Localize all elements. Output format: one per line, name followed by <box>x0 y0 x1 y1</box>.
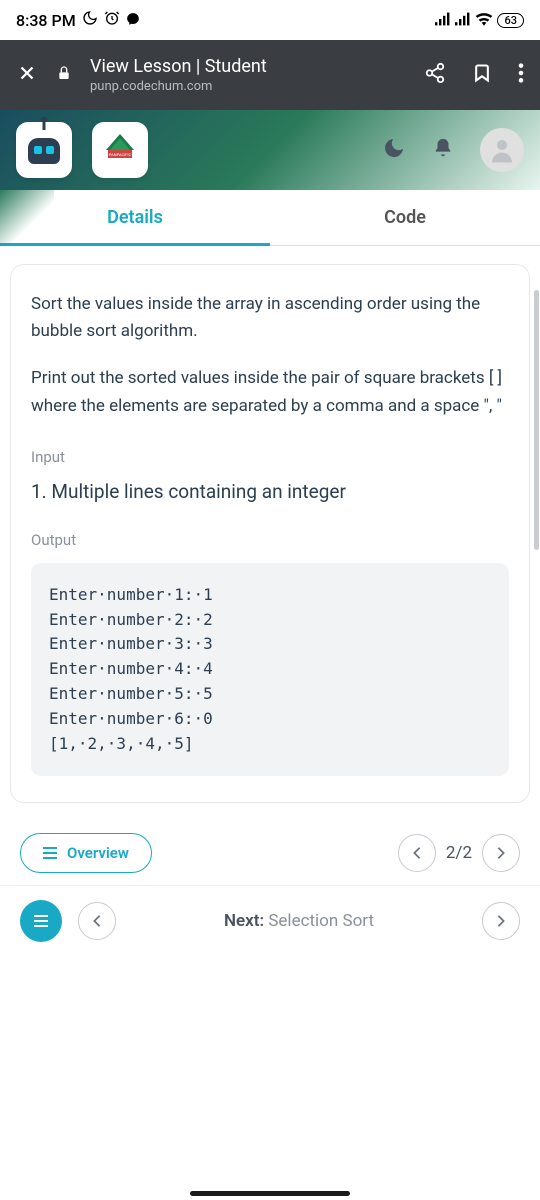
wifi-icon <box>475 11 493 30</box>
forward-button[interactable] <box>482 902 520 940</box>
output-sample: Enter·number·1:·1 Enter·number·2:·2 Ente… <box>31 563 509 777</box>
app-logo[interactable] <box>16 122 72 178</box>
notifications-icon[interactable] <box>432 136 454 164</box>
signal2-icon <box>455 11 471 30</box>
school-logo[interactable]: PANPACIFIC <box>92 122 148 178</box>
pager: 2/2 <box>398 834 520 872</box>
status-bar: 8:38 PM 63 <box>0 0 540 40</box>
lock-icon <box>56 65 72 85</box>
home-indicator[interactable] <box>190 1191 350 1196</box>
status-time: 8:38 PM <box>16 11 76 30</box>
overview-button[interactable]: Overview <box>20 833 152 873</box>
avatar[interactable] <box>480 128 524 172</box>
output-label: Output <box>31 531 509 549</box>
page-indicator: 2/2 <box>446 843 472 863</box>
tab-details[interactable]: Details <box>0 190 270 245</box>
lesson-content: Sort the values inside the array in asce… <box>10 264 530 803</box>
next-lesson-label: Next: Selection Sort <box>132 911 466 931</box>
problem-paragraph-2: Print out the sorted values inside the p… <box>31 365 509 419</box>
alarm-icon <box>104 10 120 30</box>
close-icon[interactable] <box>16 62 38 88</box>
hamburger-icon <box>34 915 48 927</box>
back-button[interactable] <box>78 902 116 940</box>
bottom-bar: Next: Selection Sort <box>0 885 540 956</box>
tabs: Details Code <box>0 190 540 246</box>
input-description: 1. Multiple lines containing an integer <box>31 480 509 503</box>
browser-bar: View Lesson | Student punp.codechum.com <box>0 40 540 110</box>
messenger-icon <box>126 11 140 30</box>
hamburger-icon <box>43 847 57 859</box>
input-label: Input <box>31 448 509 466</box>
page-url: punp.codechum.com <box>90 79 406 94</box>
scrollbar-thumb[interactable] <box>534 290 539 550</box>
tab-code[interactable]: Code <box>270 190 540 245</box>
moon-icon <box>82 10 98 30</box>
svg-text:PANPACIFIC: PANPACIFIC <box>109 152 132 157</box>
battery-level: 63 <box>497 13 524 28</box>
theme-icon[interactable] <box>382 136 406 164</box>
share-icon[interactable] <box>424 62 446 88</box>
page-title: View Lesson | Student <box>90 56 406 77</box>
problem-paragraph-1: Sort the values inside the array in asce… <box>31 291 509 345</box>
signal1-icon <box>435 11 451 30</box>
lesson-nav: Overview 2/2 <box>0 821 540 885</box>
menu-fab[interactable] <box>20 900 62 942</box>
bookmark-icon[interactable] <box>472 62 492 88</box>
prev-page-button[interactable] <box>398 834 436 872</box>
app-header: PANPACIFIC <box>0 110 540 190</box>
more-icon[interactable] <box>518 62 524 88</box>
next-page-button[interactable] <box>482 834 520 872</box>
